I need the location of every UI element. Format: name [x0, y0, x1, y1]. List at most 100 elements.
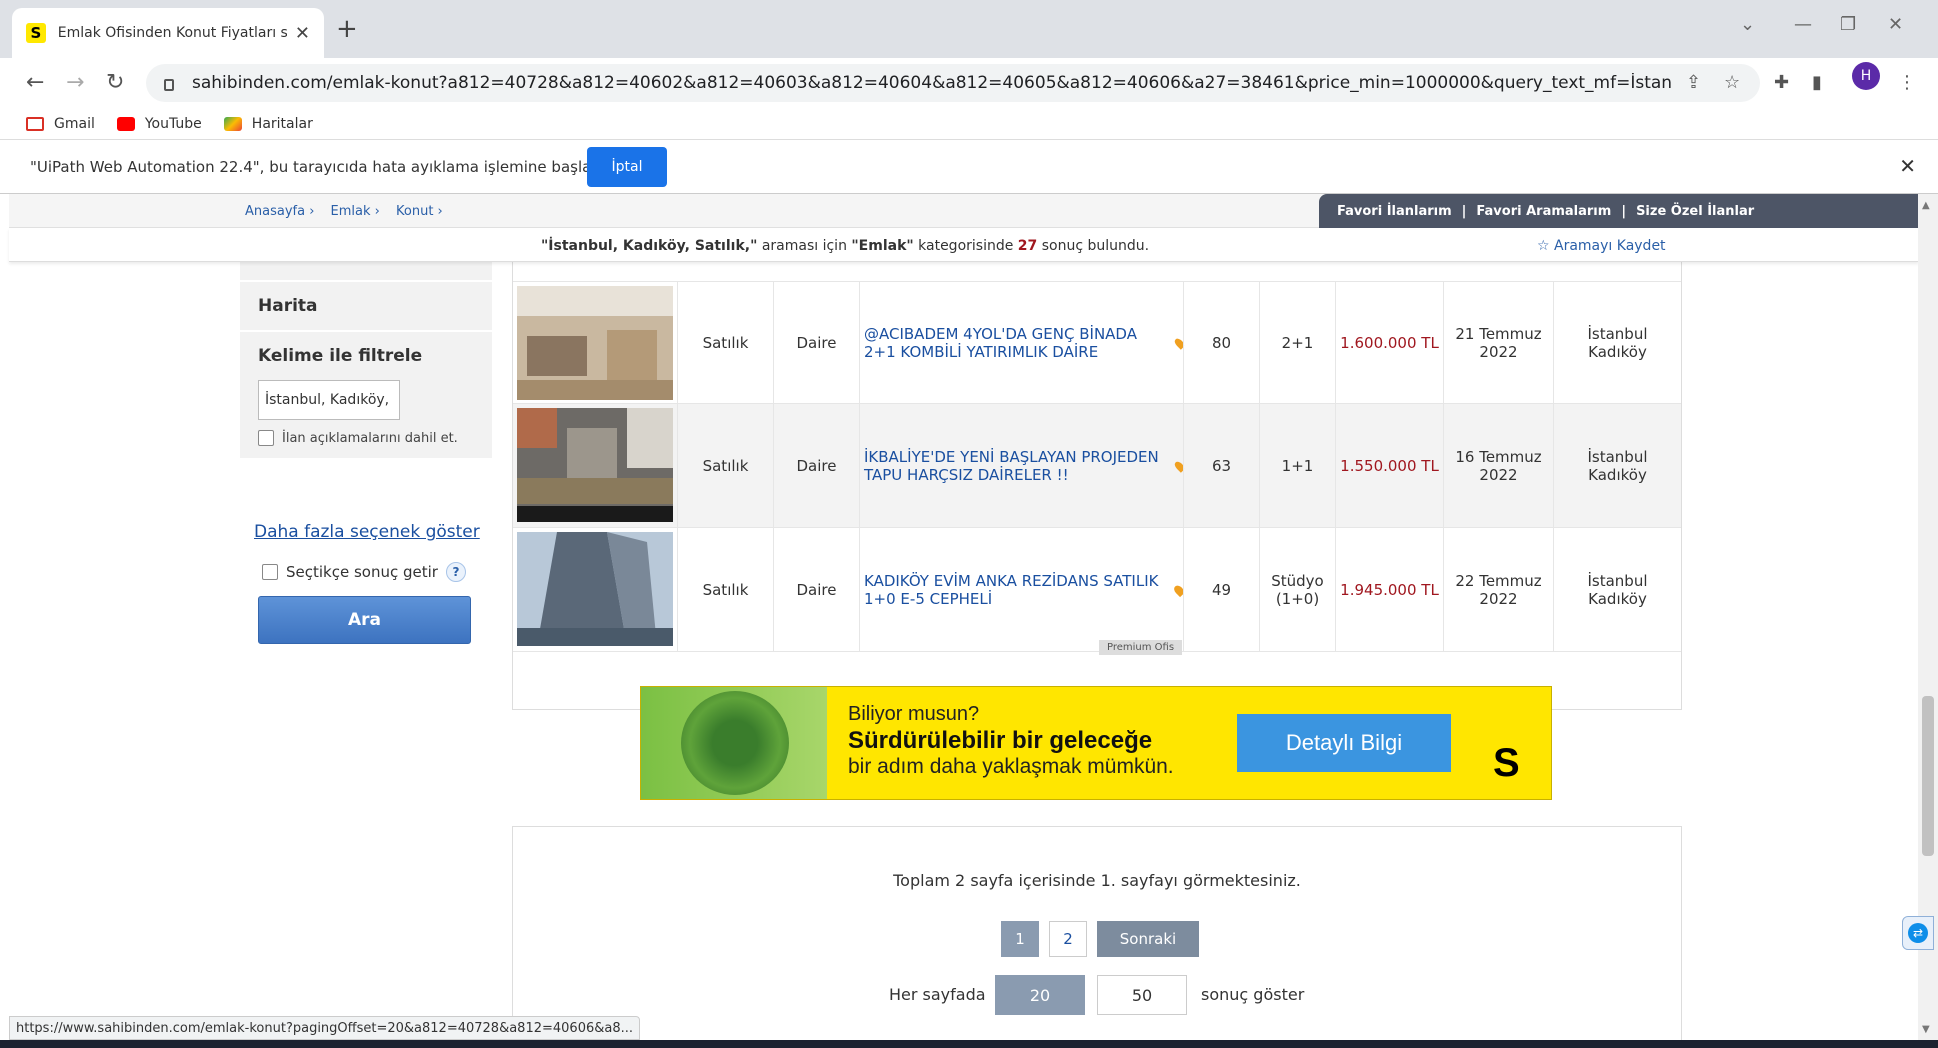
banner-line1: Biliyor musun?	[848, 703, 980, 725]
extensions-icon[interactable]: ✚	[1774, 72, 1789, 93]
breadcrumb-home[interactable]: Anasayfa ›	[245, 204, 314, 219]
close-window-icon[interactable]: ✕	[1888, 14, 1903, 35]
keyword-filter: Kelime ile filtrele İstanbul, Kadıköy, İ…	[240, 332, 492, 460]
browser-tab[interactable]: S Emlak Ofisinden Konut Fiyatları s ✕	[12, 8, 324, 58]
instant-results-checkbox[interactable]	[262, 564, 278, 580]
listing-date: 22 Temmuz 2022	[1443, 528, 1553, 652]
special-listings-link[interactable]: Size Özel İlanlar	[1636, 204, 1754, 219]
listing-photo[interactable]	[517, 532, 673, 646]
sahibinden-favicon-icon: S	[26, 23, 46, 43]
listing-price: 1.550.000 TL	[1335, 404, 1443, 528]
infobar-close-icon[interactable]: ✕	[1899, 154, 1916, 178]
bookmark-maps[interactable]: Haritalar	[223, 116, 313, 132]
listing-price: 1.945.000 TL	[1335, 528, 1443, 652]
page-1-button[interactable]: 1	[1001, 921, 1039, 957]
bookmark-label: YouTube	[144, 115, 202, 132]
bookmark-star-icon[interactable]: ☆	[1724, 72, 1740, 93]
include-description-label: İlan açıklamalarını dahil et.	[282, 430, 458, 446]
include-description-option[interactable]: İlan açıklamalarını dahil et.	[258, 430, 474, 446]
table-row[interactable]: Satılık Daire KADIKÖY EVİM ANKA REZİDANS…	[513, 528, 1681, 655]
favorite-listings-link[interactable]: Favori İlanlarım	[1337, 204, 1452, 219]
breadcrumb-emlak[interactable]: Emlak ›	[331, 204, 380, 219]
teamviewer-icon: ⇄	[1908, 923, 1928, 943]
pagination: Toplam 2 sayfa içerisinde 1. sayfayı gör…	[512, 826, 1682, 1040]
listing-price: 1.600.000 TL	[1335, 282, 1443, 404]
tab-title: Emlak Ofisinden Konut Fiyatları s	[57, 25, 287, 41]
listing-type: Daire	[773, 528, 859, 652]
listing-m2: 63	[1183, 404, 1259, 528]
listing-status: Satılık	[677, 404, 773, 528]
listing-title-link[interactable]: İKBALİYE'DE YENİ BAŞLAYAN PROJEDEN TAPU …	[859, 404, 1186, 528]
listing-title-link[interactable]: @ACIBADEM 4YOL'DA GENÇ BİNADA 2+1 KOMBİL…	[859, 282, 1186, 404]
listing-title-link[interactable]: KADIKÖY EVİM ANKA REZİDANS SATILIK 1+0 E…	[859, 528, 1186, 652]
result-text-mid2: kategorisinde	[913, 238, 1018, 254]
scroll-up-icon[interactable]: ▲	[1922, 200, 1930, 211]
result-summary: "İstanbul, Kadıköy, Satılık," araması iç…	[541, 238, 1149, 254]
forward-icon[interactable]: →	[66, 70, 84, 95]
listing-rooms: 2+1	[1259, 282, 1335, 404]
listing-title: İKBALİYE'DE YENİ BAŞLAYAN PROJEDEN TAPU …	[864, 448, 1159, 484]
listing-location: İstanbul Kadıköy	[1553, 404, 1681, 528]
pagination-summary: Toplam 2 sayfa içerisinde 1. sayfayı gör…	[893, 871, 1301, 890]
include-description-checkbox[interactable]	[258, 430, 274, 446]
instant-results-option[interactable]: Seçtikçe sonuç getir ?	[262, 562, 466, 582]
listing-location: İstanbul Kadıköy	[1553, 528, 1681, 652]
keyword-filter-body: İstanbul, Kadıköy, İlan açıklamalarını d…	[240, 380, 492, 458]
map-filter[interactable]: Harita	[240, 282, 492, 332]
bookmark-youtube[interactable]: YouTube	[116, 115, 202, 132]
result-category: "Emlak"	[851, 238, 914, 254]
profile-avatar[interactable]: H	[1852, 62, 1880, 90]
gmail-icon	[26, 116, 44, 131]
browser-tabstrip: S Emlak Ofisinden Konut Fiyatları s ✕ + …	[0, 0, 1938, 58]
premium-office-badge: Premium Ofis	[1099, 640, 1183, 655]
listing-photo[interactable]	[517, 408, 673, 522]
address-bar[interactable]: sahibinden.com/emlak-konut?a812=40728&a8…	[146, 64, 1760, 102]
per-page-20-button[interactable]: 20	[995, 975, 1085, 1015]
user-links-bar: Favori İlanlarım | Favori Aramalarım | S…	[1319, 194, 1931, 228]
page-scrollbar[interactable]: ▲ ▼	[1918, 194, 1938, 1040]
bookmarks-bar: Gmail YouTube Haritalar	[0, 108, 1938, 140]
promo-banner[interactable]: Biliyor musun? Sürdürülebilir bir gelece…	[640, 686, 1552, 800]
cancel-debug-button[interactable]: İptal	[587, 147, 667, 187]
breadcrumb-links: Anasayfa › Emlak › Konut ›	[245, 204, 455, 219]
taskbar	[0, 1040, 1938, 1048]
breadcrumb: Anasayfa › Emlak › Konut › Favori İlanla…	[9, 194, 1931, 228]
new-tab-icon[interactable]: +	[336, 14, 358, 44]
favorite-searches-link[interactable]: Favori Aramalarım	[1476, 204, 1611, 219]
instant-results-label: Seçtikçe sonuç getir	[286, 563, 438, 581]
tab-close-icon[interactable]: ✕	[295, 23, 310, 44]
back-icon[interactable]: ←	[26, 70, 44, 95]
listing-m2: 49	[1183, 528, 1259, 652]
breadcrumb-konut[interactable]: Konut ›	[396, 204, 443, 219]
browser-toolbar: ← → ↻ sahibinden.com/emlak-konut?a812=40…	[0, 58, 1938, 108]
reload-icon[interactable]: ↻	[106, 70, 124, 95]
minimize-icon[interactable]: —	[1794, 14, 1812, 35]
teamviewer-widget[interactable]: ⇄	[1902, 916, 1934, 950]
bookmark-label: Gmail	[54, 115, 95, 132]
help-icon[interactable]: ?	[445, 562, 466, 582]
listing-rooms: 1+1	[1259, 404, 1335, 528]
table-row[interactable]: Satılık Daire @ACIBADEM 4YOL'DA GENÇ BİN…	[513, 282, 1681, 404]
banner-image	[641, 687, 827, 799]
sidepanel-icon[interactable]: ▮	[1812, 72, 1822, 93]
keyword-input[interactable]: İstanbul, Kadıköy,	[258, 380, 400, 420]
listing-photo[interactable]	[517, 286, 673, 400]
tab-search-icon[interactable]: ⌄	[1740, 14, 1755, 35]
share-icon[interactable]: ⇪	[1686, 72, 1701, 93]
save-search-link[interactable]: ☆ Aramayı Kaydet	[1537, 238, 1666, 254]
bookmark-gmail[interactable]: Gmail	[26, 116, 95, 132]
scroll-thumb[interactable]	[1922, 696, 1934, 856]
table-row[interactable]: Satılık Daire İKBALİYE'DE YENİ BAŞLAYAN …	[513, 404, 1681, 528]
listing-status: Satılık	[677, 282, 773, 404]
page-2-button[interactable]: 2	[1049, 921, 1087, 957]
banner-details-button[interactable]: Detaylı Bilgi	[1237, 714, 1451, 772]
search-button[interactable]: Ara	[258, 596, 471, 644]
next-page-button[interactable]: Sonraki	[1097, 921, 1199, 957]
listing-date: 21 Temmuz 2022	[1443, 282, 1553, 404]
per-page-50-button[interactable]: 50	[1097, 975, 1187, 1015]
sahibinden-logo: S	[1493, 741, 1520, 785]
menu-icon[interactable]: ⋮	[1898, 72, 1916, 93]
scroll-down-icon[interactable]: ▼	[1922, 1024, 1930, 1035]
more-options-link[interactable]: Daha fazla seçenek göster	[254, 522, 480, 542]
restore-icon[interactable]: ❐	[1840, 14, 1856, 35]
